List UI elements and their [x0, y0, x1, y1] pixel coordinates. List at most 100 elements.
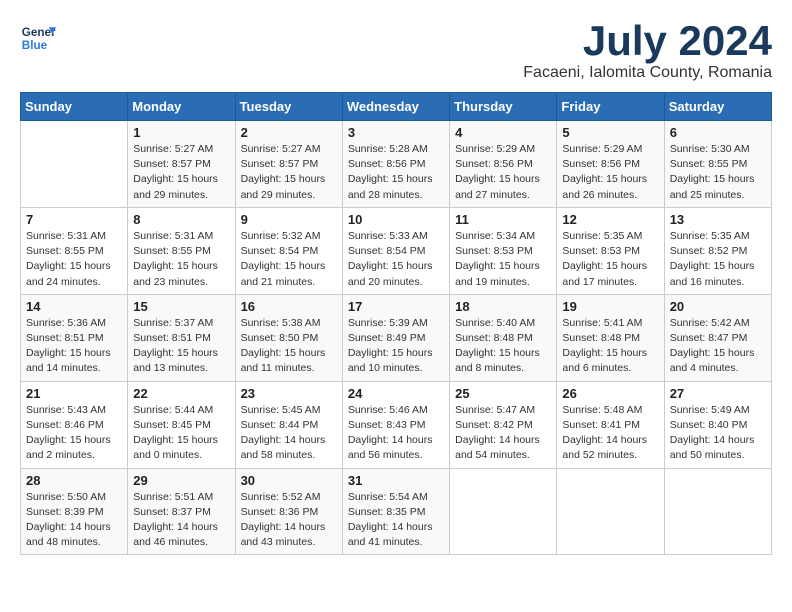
day-number: 11 — [455, 212, 551, 227]
day-info: Sunrise: 5:44 AM Sunset: 8:45 PM Dayligh… — [133, 403, 229, 464]
location-subtitle: Facaeni, Ialomita County, Romania — [523, 64, 772, 82]
day-number: 1 — [133, 125, 229, 140]
day-cell: 18 Sunrise: 5:40 AM Sunset: 8:48 PM Dayli… — [450, 294, 557, 381]
day-info: Sunrise: 5:38 AM Sunset: 8:50 PM Dayligh… — [241, 316, 337, 377]
day-cell: 19 Sunrise: 5:41 AM Sunset: 8:48 PM Dayli… — [557, 294, 664, 381]
week-row-3: 14Sunrise: 5:36 AM Sunset: 8:51 PM Dayli… — [21, 294, 772, 381]
day-number: 16 — [241, 299, 337, 314]
day-info: Sunrise: 5:35 AM Sunset: 8:53 PM Dayligh… — [562, 229, 658, 290]
day-info: Sunrise: 5:36 AM Sunset: 8:51 PM Dayligh… — [26, 316, 122, 377]
title-area: July 2024 Facaeni, Ialomita County, Roma… — [523, 20, 772, 82]
day-number: 19 — [562, 299, 658, 314]
day-info: Sunrise: 5:31 AM Sunset: 8:55 PM Dayligh… — [133, 229, 229, 290]
col-header-saturday: Saturday — [664, 93, 771, 121]
day-info: Sunrise: 5:41 AM Sunset: 8:48 PM Dayligh… — [562, 316, 658, 377]
day-cell: 20Sunrise: 5:42 AM Sunset: 8:47 PM Dayli… — [664, 294, 771, 381]
day-info: Sunrise: 5:40 AM Sunset: 8:48 PM Dayligh… — [455, 316, 551, 377]
day-number: 30 — [241, 473, 337, 488]
week-row-1: 1 Sunrise: 5:27 AM Sunset: 8:57 PM Daylig… — [21, 121, 772, 208]
day-number: 12 — [562, 212, 658, 227]
day-number: 10 — [348, 212, 444, 227]
day-cell — [557, 468, 664, 555]
col-header-tuesday: Tuesday — [235, 93, 342, 121]
day-info: Sunrise: 5:27 AM Sunset: 8:57 PM Dayligh… — [133, 142, 229, 203]
day-cell: 3 Sunrise: 5:28 AM Sunset: 8:56 PM Daylig… — [342, 121, 449, 208]
day-cell: 23Sunrise: 5:45 AM Sunset: 8:44 PM Dayli… — [235, 381, 342, 468]
svg-text:Blue: Blue — [22, 39, 48, 52]
day-info: Sunrise: 5:29 AM Sunset: 8:56 PM Dayligh… — [562, 142, 658, 203]
day-number: 6 — [670, 125, 766, 140]
day-cell: 26Sunrise: 5:48 AM Sunset: 8:41 PM Dayli… — [557, 381, 664, 468]
day-cell: 9 Sunrise: 5:32 AM Sunset: 8:54 PM Daylig… — [235, 207, 342, 294]
day-cell: 4Sunrise: 5:29 AM Sunset: 8:56 PM Daylig… — [450, 121, 557, 208]
day-info: Sunrise: 5:54 AM Sunset: 8:35 PM Dayligh… — [348, 490, 444, 551]
day-cell: 31 Sunrise: 5:54 AM Sunset: 8:35 PM Dayli… — [342, 468, 449, 555]
day-number: 4 — [455, 125, 551, 140]
day-number: 2 — [241, 125, 337, 140]
day-number: 21 — [26, 386, 122, 401]
day-cell — [664, 468, 771, 555]
day-cell: 25 Sunrise: 5:47 AM Sunset: 8:42 PM Dayli… — [450, 381, 557, 468]
day-cell: 22 Sunrise: 5:44 AM Sunset: 8:45 PM Dayli… — [128, 381, 235, 468]
day-number: 29 — [133, 473, 229, 488]
day-cell: 2 Sunrise: 5:27 AM Sunset: 8:57 PM Daylig… — [235, 121, 342, 208]
day-cell: 6Sunrise: 5:30 AM Sunset: 8:55 PM Daylig… — [664, 121, 771, 208]
day-cell: 15Sunrise: 5:37 AM Sunset: 8:51 PM Dayli… — [128, 294, 235, 381]
day-number: 17 — [348, 299, 444, 314]
day-cell: 1 Sunrise: 5:27 AM Sunset: 8:57 PM Daylig… — [128, 121, 235, 208]
day-info: Sunrise: 5:45 AM Sunset: 8:44 PM Dayligh… — [241, 403, 337, 464]
col-header-sunday: Sunday — [21, 93, 128, 121]
logo-icon: General Blue — [20, 20, 56, 56]
week-row-5: 28 Sunrise: 5:50 AM Sunset: 8:39 PM Dayli… — [21, 468, 772, 555]
day-info: Sunrise: 5:27 AM Sunset: 8:57 PM Dayligh… — [241, 142, 337, 203]
day-info: Sunrise: 5:46 AM Sunset: 8:43 PM Dayligh… — [348, 403, 444, 464]
day-info: Sunrise: 5:35 AM Sunset: 8:52 PM Dayligh… — [670, 229, 766, 290]
day-cell: 11Sunrise: 5:34 AM Sunset: 8:53 PM Dayli… — [450, 207, 557, 294]
day-cell: 17 Sunrise: 5:39 AM Sunset: 8:49 PM Dayli… — [342, 294, 449, 381]
day-number: 18 — [455, 299, 551, 314]
day-cell: 27 Sunrise: 5:49 AM Sunset: 8:40 PM Dayli… — [664, 381, 771, 468]
day-info: Sunrise: 5:39 AM Sunset: 8:49 PM Dayligh… — [348, 316, 444, 377]
day-cell — [21, 121, 128, 208]
week-row-4: 21 Sunrise: 5:43 AM Sunset: 8:46 PM Dayli… — [21, 381, 772, 468]
day-info: Sunrise: 5:49 AM Sunset: 8:40 PM Dayligh… — [670, 403, 766, 464]
day-number: 26 — [562, 386, 658, 401]
day-number: 28 — [26, 473, 122, 488]
day-number: 7 — [26, 212, 122, 227]
day-number: 9 — [241, 212, 337, 227]
day-info: Sunrise: 5:32 AM Sunset: 8:54 PM Dayligh… — [241, 229, 337, 290]
day-cell: 30 Sunrise: 5:52 AM Sunset: 8:36 PM Dayli… — [235, 468, 342, 555]
day-info: Sunrise: 5:28 AM Sunset: 8:56 PM Dayligh… — [348, 142, 444, 203]
day-number: 13 — [670, 212, 766, 227]
day-cell: 13 Sunrise: 5:35 AM Sunset: 8:52 PM Dayli… — [664, 207, 771, 294]
day-info: Sunrise: 5:43 AM Sunset: 8:46 PM Dayligh… — [26, 403, 122, 464]
day-cell — [450, 468, 557, 555]
day-cell: 16 Sunrise: 5:38 AM Sunset: 8:50 PM Dayli… — [235, 294, 342, 381]
day-cell: 5 Sunrise: 5:29 AM Sunset: 8:56 PM Daylig… — [557, 121, 664, 208]
day-number: 15 — [133, 299, 229, 314]
day-cell: 29 Sunrise: 5:51 AM Sunset: 8:37 PM Dayli… — [128, 468, 235, 555]
page-header: General Blue July 2024 Facaeni, Ialomita… — [20, 20, 772, 82]
calendar-table: SundayMondayTuesdayWednesdayThursdayFrid… — [20, 92, 772, 555]
day-number: 20 — [670, 299, 766, 314]
col-header-wednesday: Wednesday — [342, 93, 449, 121]
day-cell: 21 Sunrise: 5:43 AM Sunset: 8:46 PM Dayli… — [21, 381, 128, 468]
day-info: Sunrise: 5:50 AM Sunset: 8:39 PM Dayligh… — [26, 490, 122, 551]
day-number: 5 — [562, 125, 658, 140]
day-info: Sunrise: 5:51 AM Sunset: 8:37 PM Dayligh… — [133, 490, 229, 551]
week-row-2: 7 Sunrise: 5:31 AM Sunset: 8:55 PM Daylig… — [21, 207, 772, 294]
day-cell: 10Sunrise: 5:33 AM Sunset: 8:54 PM Dayli… — [342, 207, 449, 294]
day-cell: 12 Sunrise: 5:35 AM Sunset: 8:53 PM Dayli… — [557, 207, 664, 294]
day-info: Sunrise: 5:52 AM Sunset: 8:36 PM Dayligh… — [241, 490, 337, 551]
month-title: July 2024 — [523, 20, 772, 62]
day-number: 22 — [133, 386, 229, 401]
day-number: 27 — [670, 386, 766, 401]
day-cell: 8Sunrise: 5:31 AM Sunset: 8:55 PM Daylig… — [128, 207, 235, 294]
day-number: 3 — [348, 125, 444, 140]
day-number: 25 — [455, 386, 551, 401]
day-info: Sunrise: 5:47 AM Sunset: 8:42 PM Dayligh… — [455, 403, 551, 464]
col-header-thursday: Thursday — [450, 93, 557, 121]
col-header-friday: Friday — [557, 93, 664, 121]
day-cell: 14Sunrise: 5:36 AM Sunset: 8:51 PM Dayli… — [21, 294, 128, 381]
day-number: 31 — [348, 473, 444, 488]
